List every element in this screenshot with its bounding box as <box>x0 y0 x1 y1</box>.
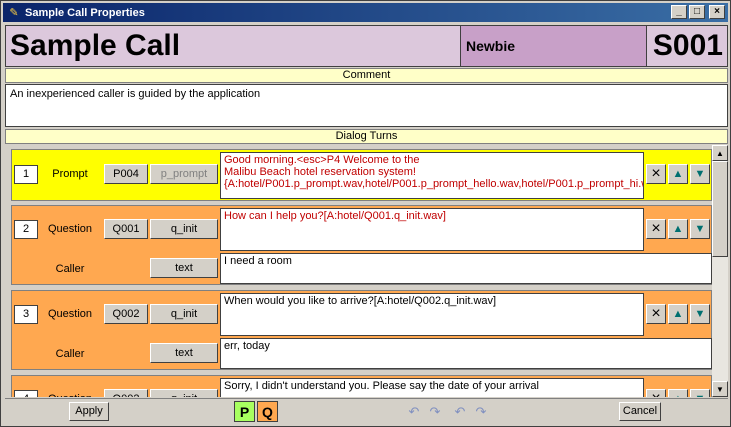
maximize-button[interactable]: □ <box>689 5 705 19</box>
minimize-button[interactable]: _ <box>671 5 687 19</box>
turn-type-label: Question <box>40 393 100 397</box>
turn-name-button[interactable]: q_init <box>150 219 218 239</box>
scroll-down-icon[interactable]: ▼ <box>712 381 728 397</box>
title-bar[interactable]: ✎ Sample Call Properties _ □ × <box>3 3 728 22</box>
add-prompt-button[interactable]: P <box>234 401 255 422</box>
caller-label: Caller <box>55 348 85 360</box>
turn-type-label: Question <box>47 308 93 320</box>
redo-icon[interactable]: ↷ <box>426 404 444 420</box>
turn-number[interactable]: 3 <box>14 305 38 324</box>
turn-number[interactable]: 4 <box>14 390 38 397</box>
turn-number[interactable]: 2 <box>14 220 38 239</box>
properties-window: ✎ Sample Call Properties _ □ × Sample Ca… <box>0 0 731 427</box>
delete-turn-icon[interactable]: × <box>646 164 666 184</box>
move-up-icon[interactable]: ▲ <box>668 389 688 397</box>
scroll-up-icon[interactable]: ▲ <box>712 145 728 161</box>
bottom-toolbar: Apply P Q ↶ ↷ ↶ ↷ Cancel <box>5 398 728 424</box>
caller-label: Caller <box>55 263 85 275</box>
caller-text-button[interactable]: text <box>150 343 218 363</box>
turn-type-label: Question <box>47 223 93 235</box>
turn-code-button[interactable]: Q002 <box>104 389 148 397</box>
question-text-field[interactable]: When would you like to arrive?[A:hotel/Q… <box>220 293 644 336</box>
turn-number[interactable]: 1 <box>14 165 38 184</box>
comment-section-label: Comment <box>5 68 728 83</box>
question-text-field[interactable]: Sorry, I didn't understand you. Please s… <box>220 378 644 397</box>
move-up-icon[interactable]: ▲ <box>668 219 688 239</box>
dialog-turn-4: 4 Question Q002 q_init Sorry, I didn't u… <box>11 375 712 397</box>
caller-text-field[interactable]: I need a room <box>220 253 712 284</box>
turns-scrollbar[interactable]: ▲ ▼ <box>712 145 728 397</box>
caller-text-button[interactable]: text <box>150 258 218 278</box>
turn-name-button[interactable]: q_init <box>150 304 218 324</box>
dialog-turns-section-label: Dialog Turns <box>5 129 728 144</box>
dialog-turn-3: 3 Question Q002 q_init When would you li… <box>11 290 712 370</box>
close-button[interactable]: × <box>709 5 725 19</box>
turn-type-label: Prompt <box>52 168 88 180</box>
move-down-icon[interactable]: ▼ <box>690 219 710 239</box>
undo-icon[interactable]: ↶ <box>405 404 423 420</box>
title-buttons: _ □ × <box>671 5 725 19</box>
comment-textarea[interactable]: An inexperienced caller is guided by the… <box>5 84 728 127</box>
app-icon: ✎ <box>9 7 19 19</box>
delete-turn-icon[interactable]: × <box>646 219 666 239</box>
delete-turn-icon[interactable]: × <box>646 389 666 397</box>
turn-name-button[interactable]: q_init <box>150 389 218 397</box>
dialog-turn-1: 1 Prompt P004 p_prompt Good morning.<esc… <box>11 149 712 201</box>
question-text-field[interactable]: How can I help you?[A:hotel/Q001.q_init.… <box>220 208 644 251</box>
cancel-button[interactable]: Cancel <box>619 402 661 421</box>
redo-all-icon[interactable]: ↷ <box>472 404 490 420</box>
window-title: Sample Call Properties <box>25 6 145 19</box>
prompt-text-field[interactable]: Good morning.<esc>P4 Welcome to the Mali… <box>220 152 644 199</box>
move-up-icon[interactable]: ▲ <box>668 164 688 184</box>
caller-text-field[interactable]: err, today <box>220 338 712 369</box>
call-level[interactable]: Newbie <box>461 25 647 67</box>
dialog-turn-2: 2 Question Q001 q_init How can I help yo… <box>11 205 712 285</box>
call-id[interactable]: S001 <box>647 25 728 67</box>
scroll-thumb[interactable] <box>712 161 728 257</box>
move-up-icon[interactable]: ▲ <box>668 304 688 324</box>
turn-code-button[interactable]: Q002 <box>104 304 148 324</box>
delete-turn-icon[interactable]: × <box>646 304 666 324</box>
apply-button[interactable]: Apply <box>69 402 109 421</box>
call-header: Sample Call Newbie S001 <box>5 25 728 67</box>
undo-all-icon[interactable]: ↶ <box>451 404 469 420</box>
turn-name-button[interactable]: p_prompt <box>150 164 218 184</box>
turn-code-button[interactable]: P004 <box>104 164 148 184</box>
dialog-turns-list: 1 Prompt P004 p_prompt Good morning.<esc… <box>5 145 712 397</box>
add-question-button[interactable]: Q <box>257 401 278 422</box>
turn-code-button[interactable]: Q001 <box>104 219 148 239</box>
call-name[interactable]: Sample Call <box>5 25 461 67</box>
move-down-icon[interactable]: ▼ <box>690 304 710 324</box>
move-down-icon[interactable]: ▼ <box>690 389 710 397</box>
move-down-icon[interactable]: ▼ <box>690 164 710 184</box>
